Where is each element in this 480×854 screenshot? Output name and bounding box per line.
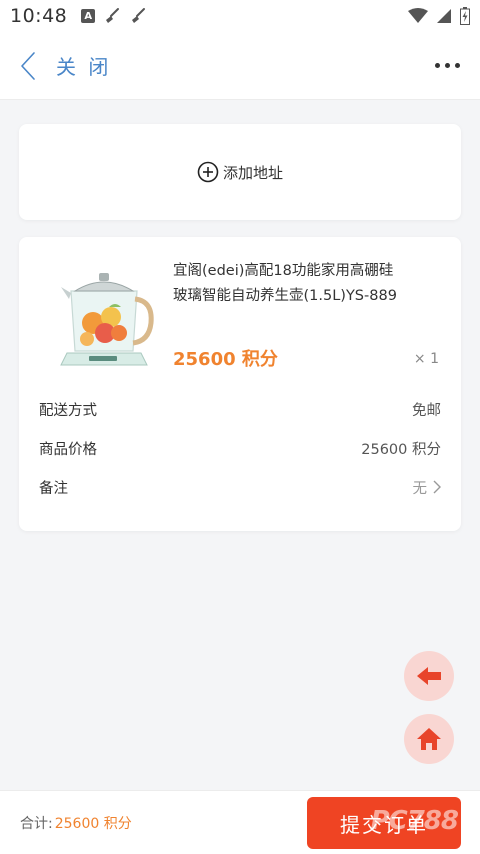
status-icons-right [408,7,470,25]
total-value: 25600 积分 [54,815,132,832]
product-row: 宜阁(edei)高配18功能家用高硼硅玻璃智能自动养生壶(1.5L)YS-889… [19,237,461,377]
remark-row[interactable]: 备注 无 [39,475,441,499]
plus-circle-icon [197,161,219,183]
broom-icon [132,8,146,23]
product-quantity: × 1 [413,351,439,367]
signal-icon [437,9,451,23]
more-dots-icon [445,63,450,68]
floating-home-button[interactable] [404,714,454,764]
shipping-label: 配送方式 [39,402,97,419]
shipping-row: 配送方式 免邮 [39,397,441,421]
more-options-button[interactable] [435,46,460,86]
bottom-bar: 合计: 25600 积分 提交订单 [0,790,480,854]
home-icon [417,728,441,750]
more-dots-icon [435,63,440,68]
status-bar: 10:48 A [0,0,480,32]
product-price: 25600 积分 [173,349,278,370]
more-dots-icon [455,63,460,68]
address-card[interactable]: 添加地址 [19,124,461,220]
price-row: 商品价格 25600 积分 [39,436,441,460]
add-address-button[interactable]: 添加地址 [197,161,283,183]
a-badge-icon: A [81,9,96,23]
floating-back-button[interactable] [404,651,454,701]
price-value: 25600 积分 [361,441,441,458]
remark-label: 备注 [39,480,68,497]
submit-order-button[interactable]: 提交订单 [307,797,461,849]
shipping-value: 免邮 [412,402,441,419]
total-label: 合计: [20,815,53,832]
remark-value-wrap[interactable]: 无 [413,477,442,498]
add-address-label: 添加地址 [222,163,283,182]
order-card: 宜阁(edei)高配18功能家用高硼硅玻璃智能自动养生壶(1.5L)YS-889… [19,237,461,531]
back-button[interactable] [4,32,52,100]
remark-value: 无 [412,480,428,497]
kettle-product-image [60,273,154,366]
battery-icon [460,7,470,25]
close-button[interactable]: 关 闭 [56,51,111,80]
wifi-icon [408,8,428,23]
chevron-left-icon [21,51,35,80]
broom-icon [106,8,120,23]
product-title: 宜阁(edei)高配18功能家用高硼硅玻璃智能自动养生壶(1.5L)YS-889 [173,263,397,304]
status-icons-left: A [81,7,147,25]
arrow-left-icon [417,667,441,685]
nav-bar: 关 闭 [0,32,480,100]
status-time: 10:48 [10,5,68,27]
chevron-right-icon [433,480,441,494]
price-label: 商品价格 [39,441,97,458]
